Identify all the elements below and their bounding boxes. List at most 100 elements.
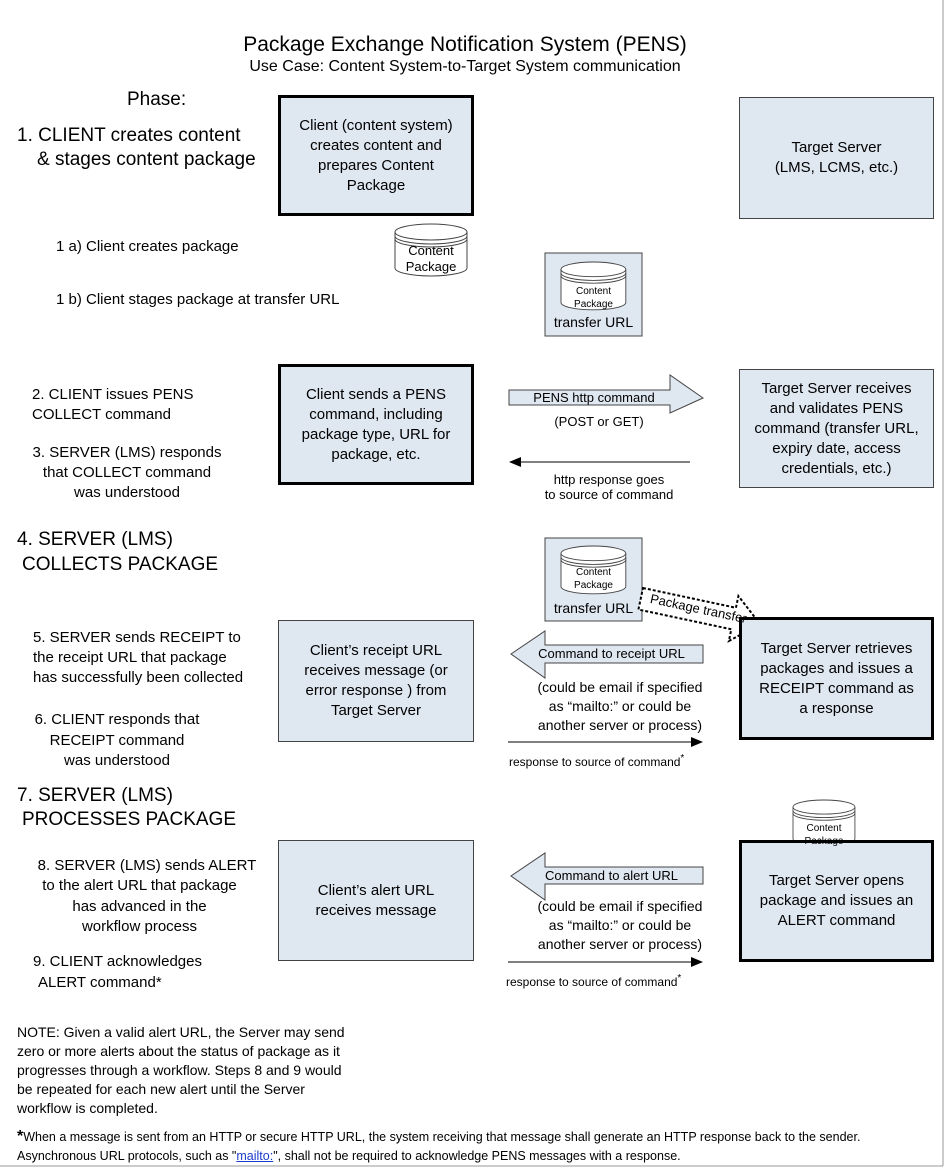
box-text: Client sends a PENS — [305, 385, 447, 403]
step-1a: 1 a) Client creates package — [56, 238, 239, 255]
box-text: Client’s receipt URL — [309, 642, 443, 659]
box-text: Client’s alert URL — [317, 881, 435, 899]
step-1b: 1 b) Client stages package at transfer U… — [56, 291, 340, 308]
could-be-note: (could be email if specified as “mailto:”… — [520, 678, 720, 735]
box-text: a response — [799, 699, 874, 717]
note-line: zero or more alerts about the status of … — [17, 1043, 340, 1059]
label-line: (could be email if specified — [537, 679, 703, 695]
phase-4-title: COLLECTS PACKAGE — [22, 554, 219, 575]
step-9: ALERT command* — [38, 974, 162, 991]
box-text: Target Server opens — [768, 872, 905, 889]
box-text: error response ) from — [305, 682, 447, 699]
box-text: package, etc. — [331, 445, 421, 463]
http-response-label: http response goes to source of command — [509, 472, 709, 502]
step-8: workflow process — [81, 918, 198, 935]
phase-label: Phase: — [127, 89, 187, 110]
cylinder-label-line: Content — [806, 823, 842, 834]
step-5: 5. SERVER sends RECEIPT to — [33, 629, 241, 646]
phase-7-title: 7. SERVER (LMS) — [17, 785, 173, 806]
response-label: response to source of command* — [509, 753, 684, 769]
label-line: response to source of command — [509, 755, 681, 769]
footnote-line: ", shall not be required to acknowledge … — [273, 1149, 681, 1163]
step-8: 8. SERVER (LMS) sends ALERT — [37, 857, 257, 874]
footnote: *When a message is sent from an HTTP or … — [17, 1127, 860, 1166]
box-text: package type, URL for — [301, 425, 451, 443]
cylinder-label-line: Package — [574, 299, 613, 310]
cylinder-label: Content Package — [793, 822, 855, 848]
step-2: 2. CLIENT issues PENS — [32, 386, 194, 403]
box-text: RECEIPT command as — [759, 679, 914, 697]
label-line: to source of command — [544, 487, 674, 502]
phase-1-title: & stages content package — [37, 149, 256, 170]
cylinder-label-line: Content — [575, 286, 612, 297]
mailto-link[interactable]: mailto: — [236, 1149, 273, 1163]
label-line: http response goes — [553, 472, 665, 487]
box-text: Target Server receives — [761, 379, 912, 397]
pens-command-label: PENS http command — [533, 390, 655, 405]
box-text: Target Server — [791, 139, 882, 156]
client-alert-url-box: Client’s alert URL receives message — [278, 840, 474, 961]
label-line: another server or process) — [537, 717, 703, 733]
box-text: Client (content system) — [299, 116, 453, 134]
footnote-line: Asynchronous URL protocols, such as " — [17, 1149, 237, 1163]
step-8: to the alert URL that package — [42, 877, 237, 894]
label-line: as “mailto:” or could be — [548, 917, 692, 933]
step-3: that COLLECT command — [42, 464, 212, 481]
phase-4-title: 4. SERVER (LMS) — [17, 529, 173, 550]
box-text: Target Server retrieves — [760, 639, 913, 657]
phase-1-title: 1. CLIENT creates content — [17, 125, 241, 146]
box-text: (LMS, LCMS, etc.) — [774, 159, 899, 176]
note-line: workflow is completed. — [17, 1100, 158, 1116]
box-text: command (transfer URL, — [754, 419, 919, 437]
cylinder-label: Content Package — [561, 566, 626, 592]
cylinder-label-line: Package — [405, 259, 457, 274]
target-server-retrieves-box: Target Server retrieves packages and issu… — [739, 617, 934, 740]
asterisk: * — [677, 973, 682, 984]
step-8: has advanced in the — [72, 898, 207, 915]
step-5: the receipt URL that package — [33, 649, 227, 666]
asterisk: * — [680, 753, 685, 764]
box-text: receives message (or — [304, 662, 448, 679]
client-content-system-box: Client (content system) creates content a… — [278, 95, 474, 216]
receipt-command-label: Command to receipt URL — [538, 646, 685, 661]
target-server-opens-box: Target Server opens package and issues an… — [739, 840, 934, 962]
alert-command-label: Command to alert URL — [545, 868, 678, 883]
step-5: has successfully been collected — [33, 669, 244, 686]
cylinder-label-line: Content — [408, 243, 454, 258]
client-sends-command-box: Client sends a PENS command, including pac… — [278, 364, 474, 485]
post-get-label: (POST or GET) — [554, 414, 644, 429]
cylinder-label-line: Content — [575, 567, 612, 578]
cylinder-label: Content Package — [561, 285, 626, 311]
cylinder-label: Content Package — [395, 243, 467, 275]
box-text: Target Server — [330, 702, 422, 719]
step-9: 9. CLIENT acknowledges — [33, 953, 202, 970]
note-line: progresses through a workflow. Steps 8 a… — [17, 1062, 342, 1078]
step-2: COLLECT command — [32, 406, 171, 423]
page-title: Package Exchange Notification System (PE… — [243, 33, 687, 56]
box-text: creates content and — [310, 136, 442, 154]
box-text: receives message — [315, 901, 437, 919]
page-subtitle: Use Case: Content System-to-Target Syste… — [249, 58, 681, 75]
label-line: as “mailto:” or could be — [548, 698, 692, 714]
label-line: response to source of command — [506, 975, 678, 989]
transfer-url-label: transfer URL — [553, 600, 634, 616]
response-label: response to source of command* — [506, 973, 681, 989]
cylinder-label-line: Package — [574, 580, 613, 591]
step-3: 3. SERVER (LMS) responds — [32, 444, 222, 461]
client-receipt-url-box: Client’s receipt URL receives message (or… — [278, 620, 474, 742]
note-line: be repeated for each new alert until the… — [17, 1081, 305, 1097]
box-text: credentials, etc.) — [781, 459, 892, 477]
step-6: was understood — [64, 752, 170, 769]
step-6: 6. CLIENT responds that — [34, 711, 200, 728]
step-6: RECEIPT command — [49, 732, 185, 749]
pens-diagram: Package Exchange Notification System (PE… — [0, 0, 949, 1169]
note-line: NOTE: Given a valid alert URL, the Serve… — [17, 1024, 345, 1040]
phase-7-title: PROCESSES PACKAGE — [22, 809, 236, 830]
label-line: another server or process) — [537, 936, 703, 952]
box-text: and validates PENS — [769, 399, 904, 417]
box-text: prepares Content — [318, 156, 434, 174]
box-text: package and issues an — [759, 892, 914, 909]
transfer-url-label: transfer URL — [553, 314, 634, 330]
target-server-box: Target Server (LMS, LCMS, etc.) — [739, 97, 934, 219]
box-text: packages and issues a — [760, 659, 913, 677]
